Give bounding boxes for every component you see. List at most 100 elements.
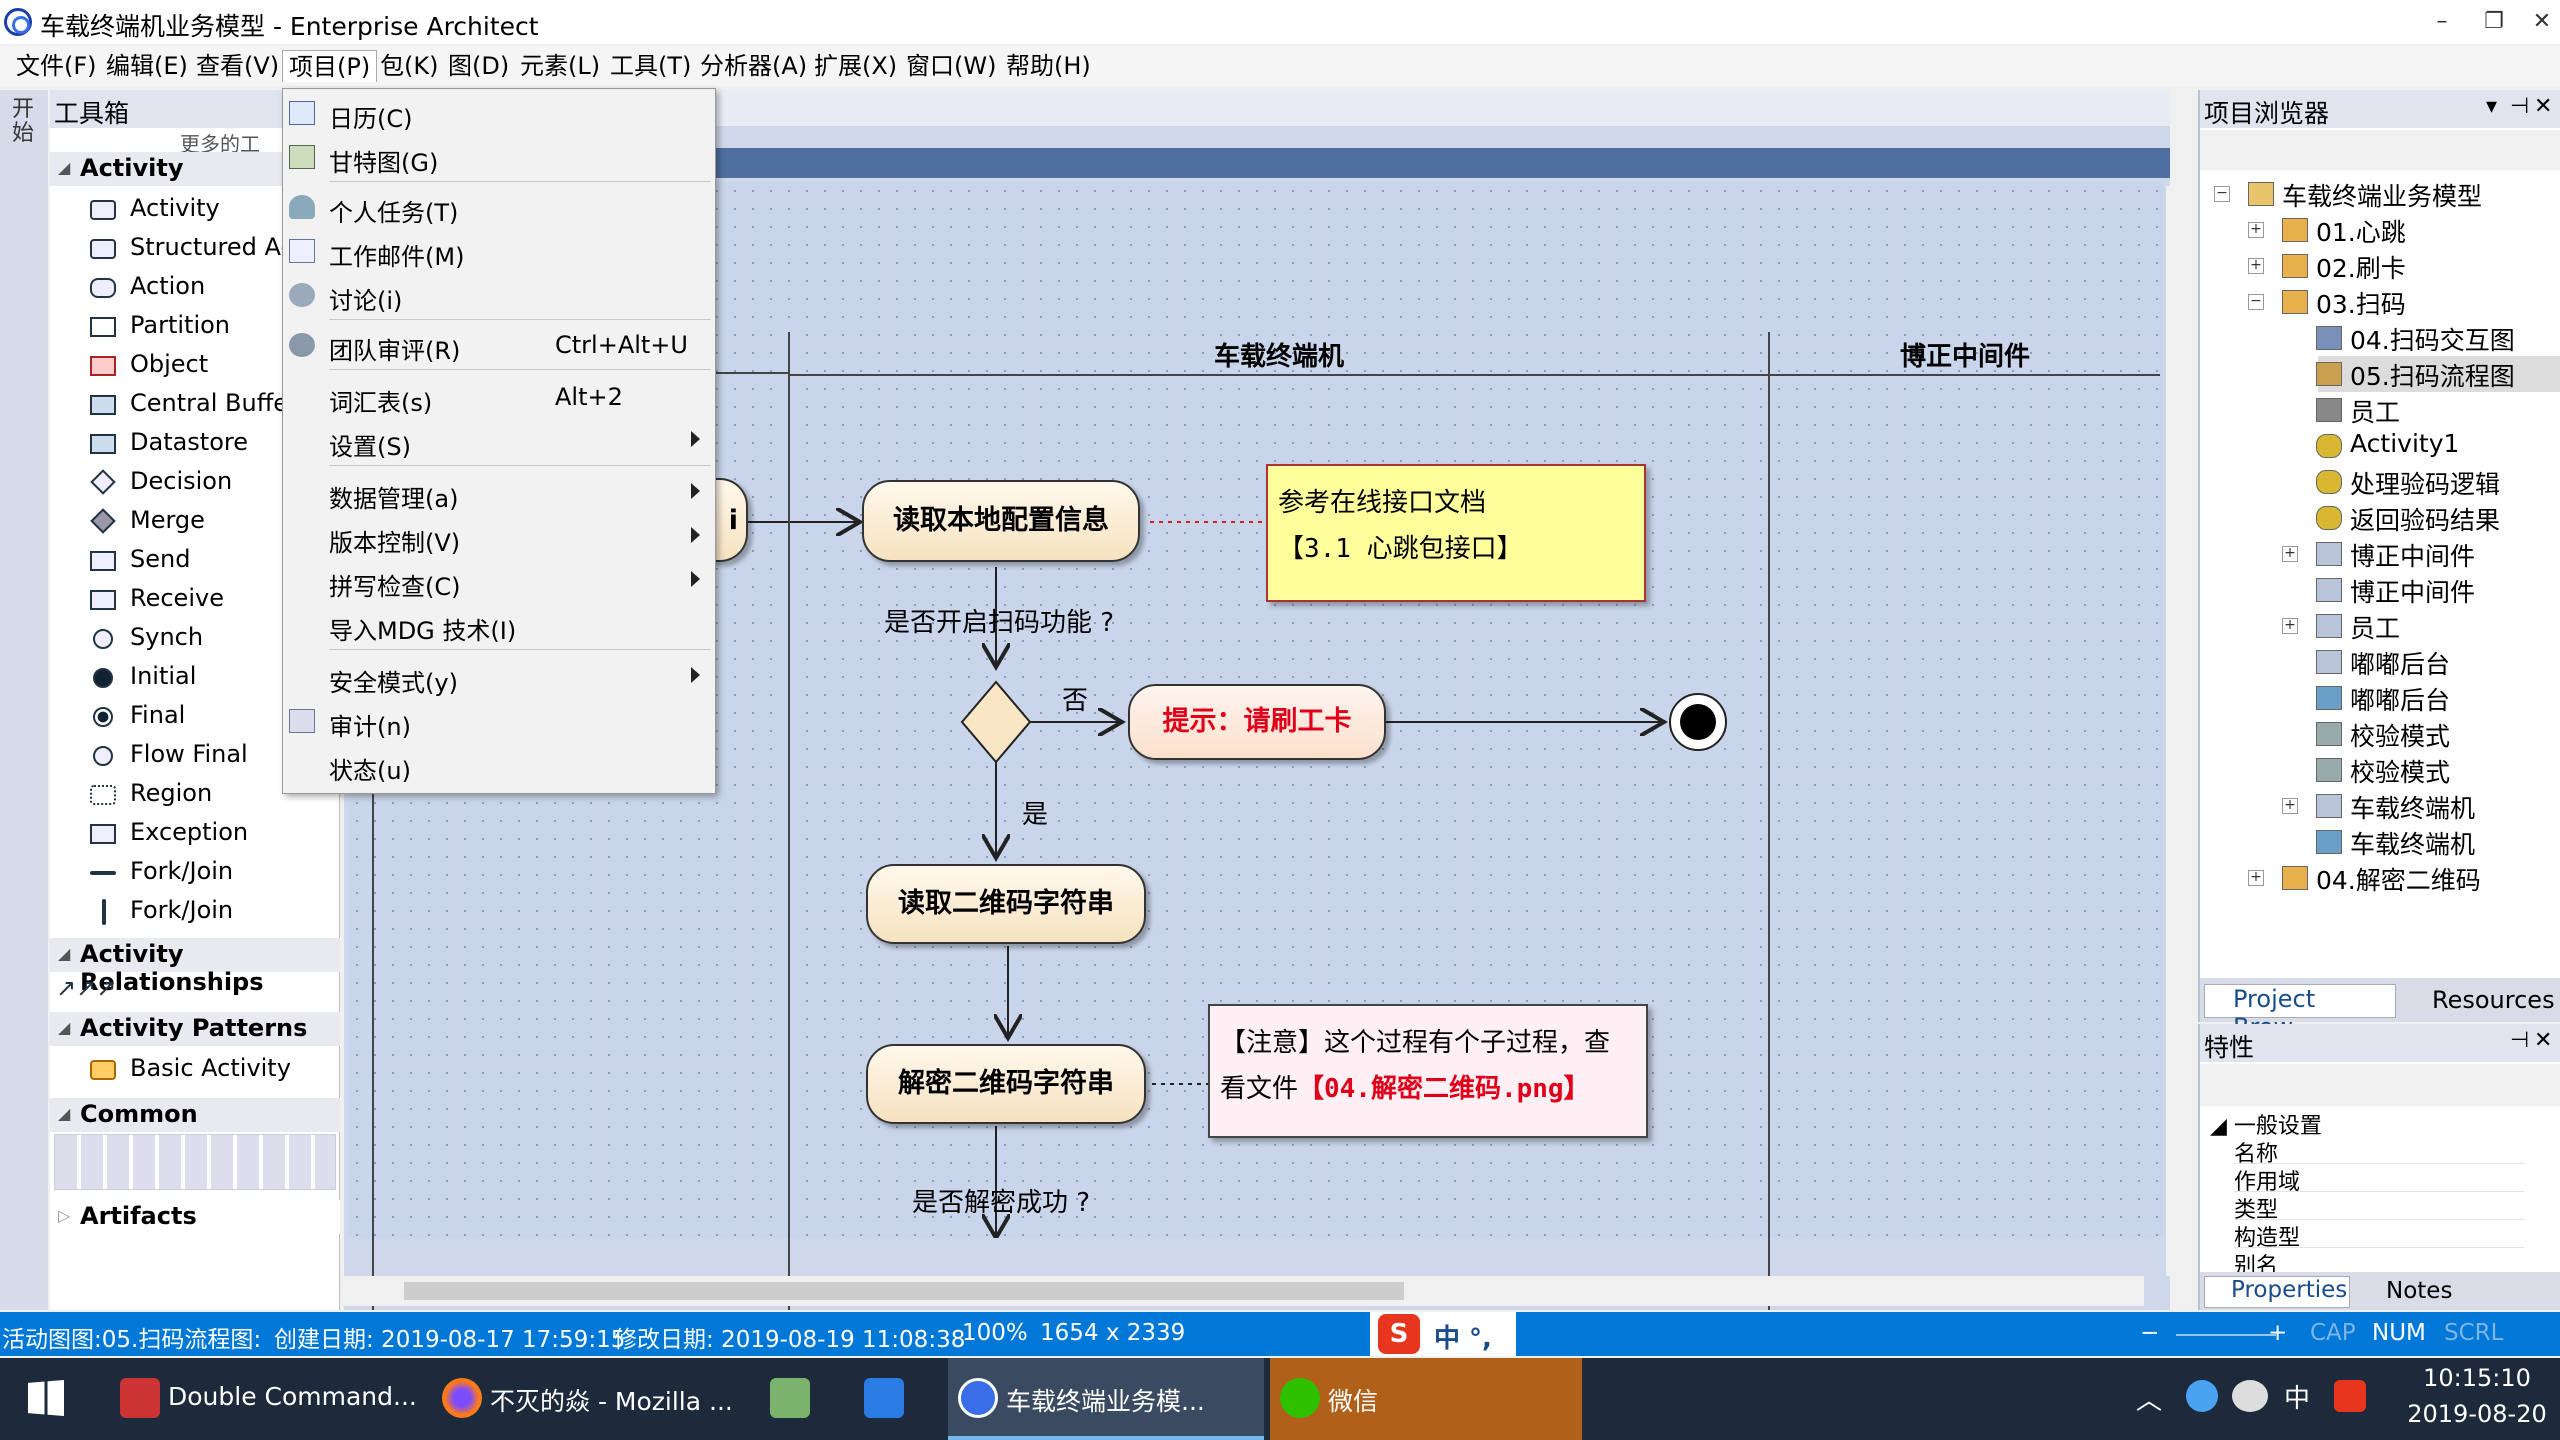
expand-icon[interactable]: +: [2248, 258, 2264, 274]
close-panel-icon[interactable]: ✕: [2534, 1028, 2552, 1053]
ime-indicator[interactable]: S 中 °,: [1370, 1312, 1516, 1356]
tab-properties[interactable]: Properties: [2204, 1276, 2350, 1308]
node-read-qr[interactable]: 读取二维码字符串: [866, 864, 1146, 944]
menu-item-audit[interactable]: 审计(n): [283, 701, 715, 741]
group-artifacts[interactable]: ▷ Artifacts: [50, 1200, 340, 1234]
common-tools-icon-grid[interactable]: [54, 1134, 336, 1190]
tree-item[interactable]: 嘟嘟后台: [2316, 680, 2560, 716]
property-row-stereotype[interactable]: 构造型: [2234, 1220, 2524, 1251]
restore-button[interactable]: ❐: [2476, 4, 2512, 40]
taskbar-enterprise-architect[interactable]: 车载终端业务模...: [948, 1358, 1264, 1440]
menu-help[interactable]: 帮助(H): [1000, 50, 1097, 82]
windows-start-icon[interactable]: [28, 1380, 64, 1416]
tree-item[interactable]: 车载终端机: [2316, 824, 2560, 860]
tool-fork-join-horizontal[interactable]: Fork/Join: [90, 855, 340, 891]
minimize-button[interactable]: –: [2424, 4, 2460, 40]
group-activity-patterns[interactable]: ◢ Activity Patterns: [50, 1012, 340, 1046]
pin-icon[interactable]: ⊣: [2510, 94, 2529, 119]
tray-wechat-icon[interactable]: [2232, 1380, 2268, 1412]
taskbar-app[interactable]: [760, 1358, 828, 1440]
close-button[interactable]: ✕: [2524, 4, 2560, 40]
expand-icon[interactable]: +: [2248, 870, 2264, 886]
taskbar-firefox[interactable]: 不灭的焱 - Mozilla ...: [432, 1358, 748, 1440]
taskbar-wechat[interactable]: 微信: [1270, 1358, 1582, 1440]
menu-item-safe-mode[interactable]: 安全模式(y): [283, 657, 715, 697]
menu-item-spell-check[interactable]: 拼写检查(C): [283, 561, 715, 601]
start-strip[interactable]: 开始: [0, 90, 48, 1310]
tool-exception[interactable]: Exception: [90, 816, 340, 852]
property-row-scope[interactable]: 作用域: [2234, 1164, 2524, 1195]
zoom-slider[interactable]: [2176, 1334, 2276, 1336]
menu-item-team-review[interactable]: 团队审评(R) Ctrl+Alt+U: [283, 325, 715, 365]
tree-item[interactable]: Activity1: [2316, 428, 2560, 464]
tree-item[interactable]: + 博正中间件: [2282, 536, 2560, 572]
menu-diagram[interactable]: 图(D): [442, 50, 515, 82]
expand-icon[interactable]: +: [2248, 222, 2264, 238]
expand-icon[interactable]: +: [2282, 546, 2298, 562]
menu-item-version-control[interactable]: 版本控制(V): [283, 517, 715, 557]
close-panel-icon[interactable]: ✕: [2534, 94, 2552, 119]
tree-item[interactable]: 校验模式: [2316, 716, 2560, 752]
menu-item-calendar[interactable]: 日历(C): [283, 93, 715, 133]
tool-fork-join-vertical[interactable]: Fork/Join: [90, 894, 340, 930]
tree-item[interactable]: 嘟嘟后台: [2316, 644, 2560, 680]
menu-item-settings[interactable]: 设置(S): [283, 421, 715, 461]
tray-clock-date[interactable]: 2019-08-20: [2402, 1400, 2552, 1428]
lane-header-middleware[interactable]: 博正中间件: [1770, 338, 2160, 376]
collapse-icon[interactable]: −: [2248, 294, 2264, 310]
property-row-type[interactable]: 类型: [2234, 1192, 2524, 1223]
tree-item[interactable]: 返回验码结果: [2316, 500, 2560, 536]
tree-item[interactable]: − 车载终端业务模型: [2214, 176, 2560, 212]
menu-element[interactable]: 元素(L): [514, 50, 606, 82]
note-decrypt-subprocess[interactable]: 【注意】这个过程有个子过程，查 看文件 【04.解密二维码.png】: [1208, 1004, 1648, 1138]
horizontal-scrollbar[interactable]: [344, 1276, 2144, 1306]
expand-icon[interactable]: +: [2282, 798, 2298, 814]
tree-item[interactable]: 05.扫码流程图: [2316, 356, 2560, 392]
tray-sogou-icon[interactable]: [2334, 1380, 2366, 1412]
menu-item-personal-tasks[interactable]: 个人任务(T): [283, 187, 715, 227]
tree-item[interactable]: − 03.扫码: [2248, 284, 2560, 320]
zoom-in-icon[interactable]: +: [2268, 1320, 2287, 1346]
taskbar-pen-app[interactable]: [854, 1358, 922, 1440]
vertical-scrollbar[interactable]: [2166, 186, 2170, 1276]
menu-item-data-management[interactable]: 数据管理(a): [283, 473, 715, 513]
expand-icon[interactable]: +: [2282, 618, 2298, 634]
menu-package[interactable]: 包(K): [374, 50, 444, 82]
tab-project-browser[interactable]: Project Brow...: [2204, 984, 2396, 1041]
relationship-arrows-icon[interactable]: ↗↗↗: [56, 974, 136, 1004]
zoom-out-icon[interactable]: −: [2140, 1320, 2159, 1346]
tree-item[interactable]: +02.刷卡: [2248, 248, 2560, 284]
tree-item[interactable]: 校验模式: [2316, 752, 2560, 788]
lane-header-vehicle-terminal[interactable]: 车载终端机: [790, 338, 1768, 376]
collapse-icon[interactable]: −: [2214, 186, 2230, 202]
menu-tools[interactable]: 工具(T): [604, 50, 697, 82]
menu-item-glossary[interactable]: 词汇表(s) Alt+2: [283, 377, 715, 417]
menu-window[interactable]: 窗口(W): [900, 50, 1002, 82]
tray-clock-time[interactable]: 10:15:10: [2402, 1364, 2552, 1392]
tree-item[interactable]: + 车载终端机: [2282, 788, 2560, 824]
menu-item-status[interactable]: 状态(u): [283, 745, 715, 785]
horizontal-scroll-thumb[interactable]: [404, 1282, 1404, 1300]
tool-basic-activity[interactable]: Basic Activity: [90, 1052, 340, 1088]
node-read-config[interactable]: 读取本地配置信息: [862, 480, 1140, 562]
property-row-name[interactable]: 名称: [2234, 1136, 2524, 1167]
taskbar-double-commander[interactable]: Double Command...: [110, 1358, 426, 1440]
group-activity-relationships[interactable]: ◢ Activity Relationships: [50, 938, 340, 996]
menu-view[interactable]: 查看(V): [190, 50, 285, 82]
tree-item[interactable]: 04.扫码交互图: [2316, 320, 2560, 356]
tree-item[interactable]: 处理验码逻辑: [2316, 464, 2560, 500]
pin-icon[interactable]: ⊣: [2510, 1028, 2529, 1053]
tree-item[interactable]: + 员工: [2282, 608, 2560, 644]
menu-item-work-mail[interactable]: 工作邮件(M): [283, 231, 715, 271]
menu-project[interactable]: 项目(P): [282, 50, 378, 82]
tab-notes[interactable]: Notes: [2360, 1278, 2452, 1304]
tree-item[interactable]: 员工: [2316, 392, 2560, 428]
node-prompt-swipe-card[interactable]: 提示：请刷工卡: [1128, 684, 1386, 760]
tree-item[interactable]: +04.解密二维码: [2248, 860, 2560, 896]
menu-extensions[interactable]: 扩展(X): [808, 50, 903, 82]
menu-item-discussion[interactable]: 讨论(i): [283, 275, 715, 315]
tree-item[interactable]: 博正中间件: [2316, 572, 2560, 608]
menu-analyzer[interactable]: 分析器(A): [694, 50, 813, 82]
tray-chevron-up-icon[interactable]: ︿: [2136, 1380, 2162, 1417]
tab-resources[interactable]: Resources: [2404, 986, 2555, 1014]
